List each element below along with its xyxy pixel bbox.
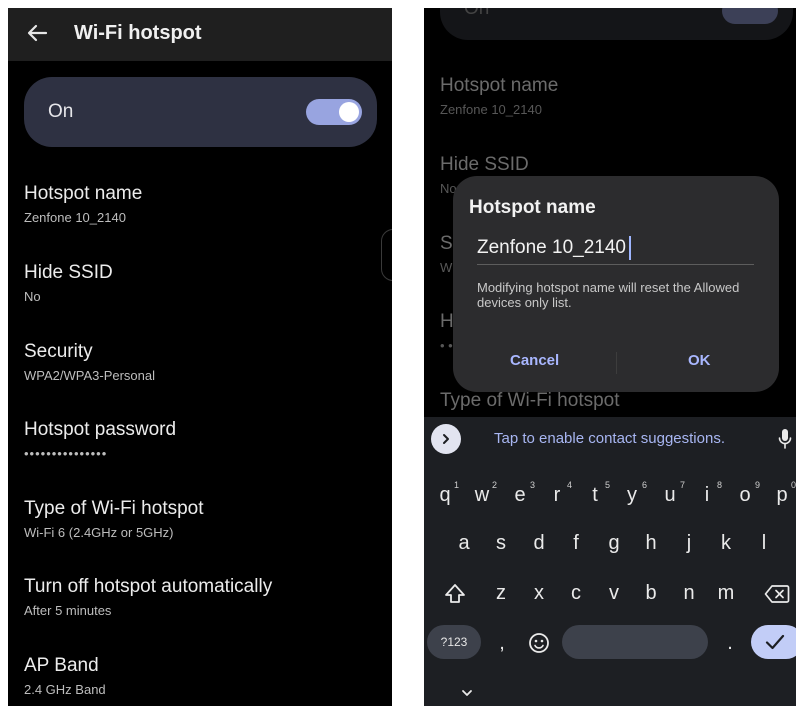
- setting-value: •••••••••••••••: [24, 446, 108, 461]
- background-toggle: [722, 8, 778, 24]
- key-d[interactable]: d: [524, 529, 554, 557]
- setting-hide-ssid[interactable]: Hide SSID No: [24, 261, 113, 306]
- key-hint: 2: [492, 480, 498, 490]
- setting-title: Hide SSID: [440, 154, 529, 175]
- suggestion-strip-text[interactable]: Tap to enable contact suggestions.: [494, 429, 725, 449]
- enter-key[interactable]: [751, 625, 796, 659]
- key-a[interactable]: a: [449, 529, 479, 557]
- setting-title: S: [440, 233, 453, 254]
- hotspot-name-dialog: Hotspot name Modifying hotspot name will…: [453, 176, 779, 392]
- toggle-knob: [339, 102, 359, 122]
- space-key[interactable]: [562, 625, 708, 659]
- setting-auto-off[interactable]: Turn off hotspot automatically After 5 m…: [24, 575, 272, 620]
- key-c[interactable]: c: [561, 579, 591, 607]
- hotspot-name-input[interactable]: [477, 232, 754, 265]
- key-l[interactable]: l: [749, 529, 779, 557]
- chevron-right-icon[interactable]: [431, 424, 461, 454]
- setting-wifi-type[interactable]: Type of Wi-Fi hotspot Wi-Fi 6 (2.4GHz or…: [24, 497, 204, 542]
- background-setting: Hotspot name Zenfone 10_2140: [440, 74, 558, 119]
- ok-button[interactable]: OK: [688, 351, 711, 371]
- key-k[interactable]: k: [711, 529, 741, 557]
- setting-title: Type of Wi-Fi hotspot: [24, 498, 204, 519]
- background-setting: S W: [440, 232, 453, 277]
- dialog-title: Hotspot name: [469, 197, 596, 218]
- dialog-note: Modifying hotspot name will reset the Al…: [477, 280, 740, 310]
- hotspot-toggle[interactable]: [306, 99, 362, 125]
- setting-value: No: [24, 289, 41, 304]
- key-hint: 3: [530, 480, 536, 490]
- soft-keyboard: Tap to enable contact suggestions. q 1 w…: [424, 417, 796, 706]
- key-b[interactable]: b: [636, 579, 666, 607]
- cancel-button[interactable]: Cancel: [510, 351, 559, 371]
- page-title: Wi-Fi hotspot: [74, 22, 202, 44]
- check-icon: [765, 633, 785, 656]
- setting-hotspot-name[interactable]: Hotspot name Zenfone 10_2140: [24, 182, 142, 227]
- background-switch-label: On: [464, 8, 490, 19]
- setting-title: AP Band: [24, 655, 99, 676]
- background-setting: H • •: [440, 310, 454, 355]
- key-hint: 8: [717, 480, 723, 490]
- key-g[interactable]: g: [599, 529, 629, 557]
- key-period[interactable]: .: [715, 629, 745, 657]
- hotspot-name-dialog-screen: On Hotspot name Zenfone 10_2140 Hide SSI…: [424, 8, 796, 706]
- setting-title: Security: [24, 341, 93, 362]
- app-bar: Wi-Fi hotspot: [8, 8, 392, 61]
- key-z[interactable]: z: [486, 579, 516, 607]
- setting-value: WPA2/WPA3-Personal: [24, 368, 156, 383]
- microphone-icon[interactable]: [778, 428, 792, 450]
- key-hint: 9: [755, 480, 761, 490]
- setting-title: Hotspot name: [440, 75, 559, 96]
- edge-panel-handle[interactable]: [381, 229, 392, 281]
- key-s[interactable]: s: [486, 529, 516, 557]
- key-hint: 6: [642, 480, 648, 490]
- text-cursor: [629, 236, 631, 260]
- hotspot-master-switch-card[interactable]: On: [24, 77, 377, 147]
- setting-title: Hotspot name: [24, 183, 143, 204]
- setting-title: Type of Wi-Fi hotspot: [440, 390, 620, 411]
- chevron-down-icon[interactable]: [460, 685, 474, 696]
- setting-security[interactable]: Security WPA2/WPA3-Personal: [24, 340, 155, 385]
- key-hint: 5: [605, 480, 611, 490]
- button-divider: [616, 352, 617, 374]
- emoji-icon[interactable]: [528, 632, 550, 659]
- setting-value: • •: [440, 338, 453, 353]
- key-hint: 7: [680, 480, 686, 490]
- key-j[interactable]: j: [674, 529, 704, 557]
- background-switch-card: On: [440, 8, 793, 40]
- key-n[interactable]: n: [674, 579, 704, 607]
- setting-title: H: [440, 311, 454, 332]
- key-hint: 0: [791, 480, 796, 490]
- setting-title: Hide SSID: [24, 262, 113, 283]
- key-x[interactable]: x: [524, 579, 554, 607]
- setting-value: After 5 minutes: [24, 603, 112, 618]
- key-hint: 4: [567, 480, 573, 490]
- backspace-icon[interactable]: [764, 584, 790, 609]
- setting-hotspot-password[interactable]: Hotspot password •••••••••••••••: [24, 418, 176, 463]
- setting-value: Zenfone 10_2140: [24, 210, 126, 225]
- key-f[interactable]: f: [561, 529, 591, 557]
- setting-title: Turn off hotspot automatically: [24, 576, 273, 597]
- setting-value: Zenfone 10_2140: [440, 102, 542, 117]
- setting-value: 2.4 GHz Band: [24, 682, 106, 697]
- arrow-back-icon[interactable]: [26, 20, 48, 46]
- symbols-key[interactable]: ?123: [427, 625, 481, 659]
- key-h[interactable]: h: [636, 529, 666, 557]
- key-hint: 1: [454, 480, 460, 490]
- key-m[interactable]: m: [711, 579, 741, 607]
- background-setting: Type of Wi-Fi hotspot: [440, 389, 620, 413]
- shift-icon[interactable]: [444, 583, 466, 610]
- master-switch-label: On: [48, 101, 74, 122]
- setting-value: W: [440, 260, 453, 275]
- hotspot-settings-screen: Wi-Fi hotspot On Hotspot name Zenfone 10…: [8, 8, 392, 706]
- setting-ap-band[interactable]: AP Band 2.4 GHz Band: [24, 654, 106, 699]
- setting-title: Hotspot password: [24, 419, 177, 440]
- key-v[interactable]: v: [599, 579, 629, 607]
- key-comma[interactable]: ,: [487, 629, 517, 657]
- setting-value: Wi-Fi 6 (2.4GHz or 5GHz): [24, 525, 174, 540]
